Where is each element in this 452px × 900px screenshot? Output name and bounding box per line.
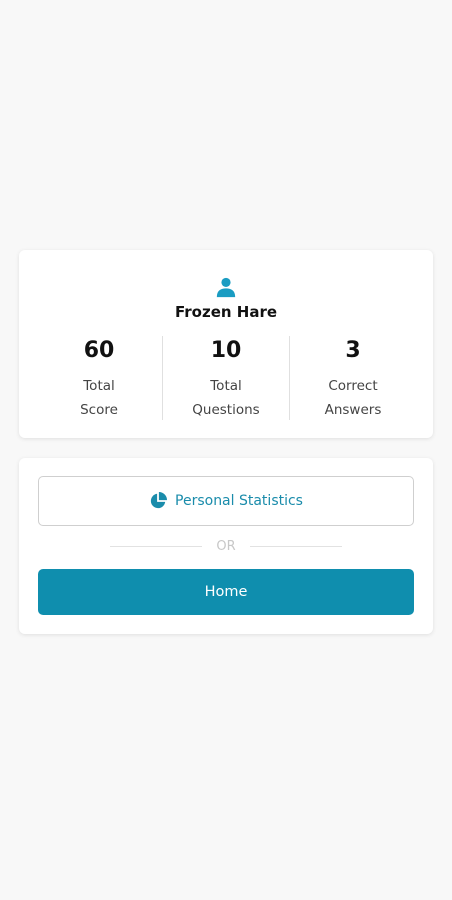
profile-card: Frozen Hare 60 Total Score 10 Total Ques… bbox=[19, 250, 433, 438]
divider-line bbox=[249, 545, 342, 547]
stat-total-score: 60 Total Score bbox=[36, 336, 162, 420]
divider-line bbox=[110, 545, 203, 547]
pie-chart-icon bbox=[150, 492, 168, 509]
stat-label-line: Correct bbox=[328, 378, 378, 394]
or-divider: OR bbox=[19, 538, 433, 554]
stat-correct-answers: 3 Correct Answers bbox=[289, 336, 416, 420]
home-button-label: Home bbox=[204, 584, 248, 600]
actions-card: Personal Statistics OR Home bbox=[19, 458, 433, 634]
stat-label: Total Questions bbox=[181, 374, 271, 422]
stat-label-line: Answers bbox=[324, 402, 382, 418]
stat-value: 10 bbox=[210, 338, 242, 363]
stat-value: 60 bbox=[83, 338, 115, 363]
stats-row: 60 Total Score 10 Total Questions 3 Corr… bbox=[36, 336, 416, 420]
user-name: Frozen Hare bbox=[174, 303, 278, 321]
stat-label-line: Score bbox=[80, 402, 118, 418]
home-button[interactable]: Home bbox=[38, 569, 414, 615]
user-icon bbox=[216, 277, 236, 298]
personal-statistics-label: Personal Statistics bbox=[175, 493, 303, 509]
stat-total-questions: 10 Total Questions bbox=[162, 336, 289, 420]
or-text: OR bbox=[216, 538, 236, 554]
stat-label-line: Total bbox=[210, 378, 242, 394]
stat-label: Total Score bbox=[54, 374, 144, 422]
personal-statistics-button[interactable]: Personal Statistics bbox=[38, 476, 414, 526]
stat-label-line: Total bbox=[83, 378, 115, 394]
stat-label: Correct Answers bbox=[308, 374, 398, 422]
stat-value: 3 bbox=[345, 338, 361, 363]
stat-label-line: Questions bbox=[192, 402, 260, 418]
